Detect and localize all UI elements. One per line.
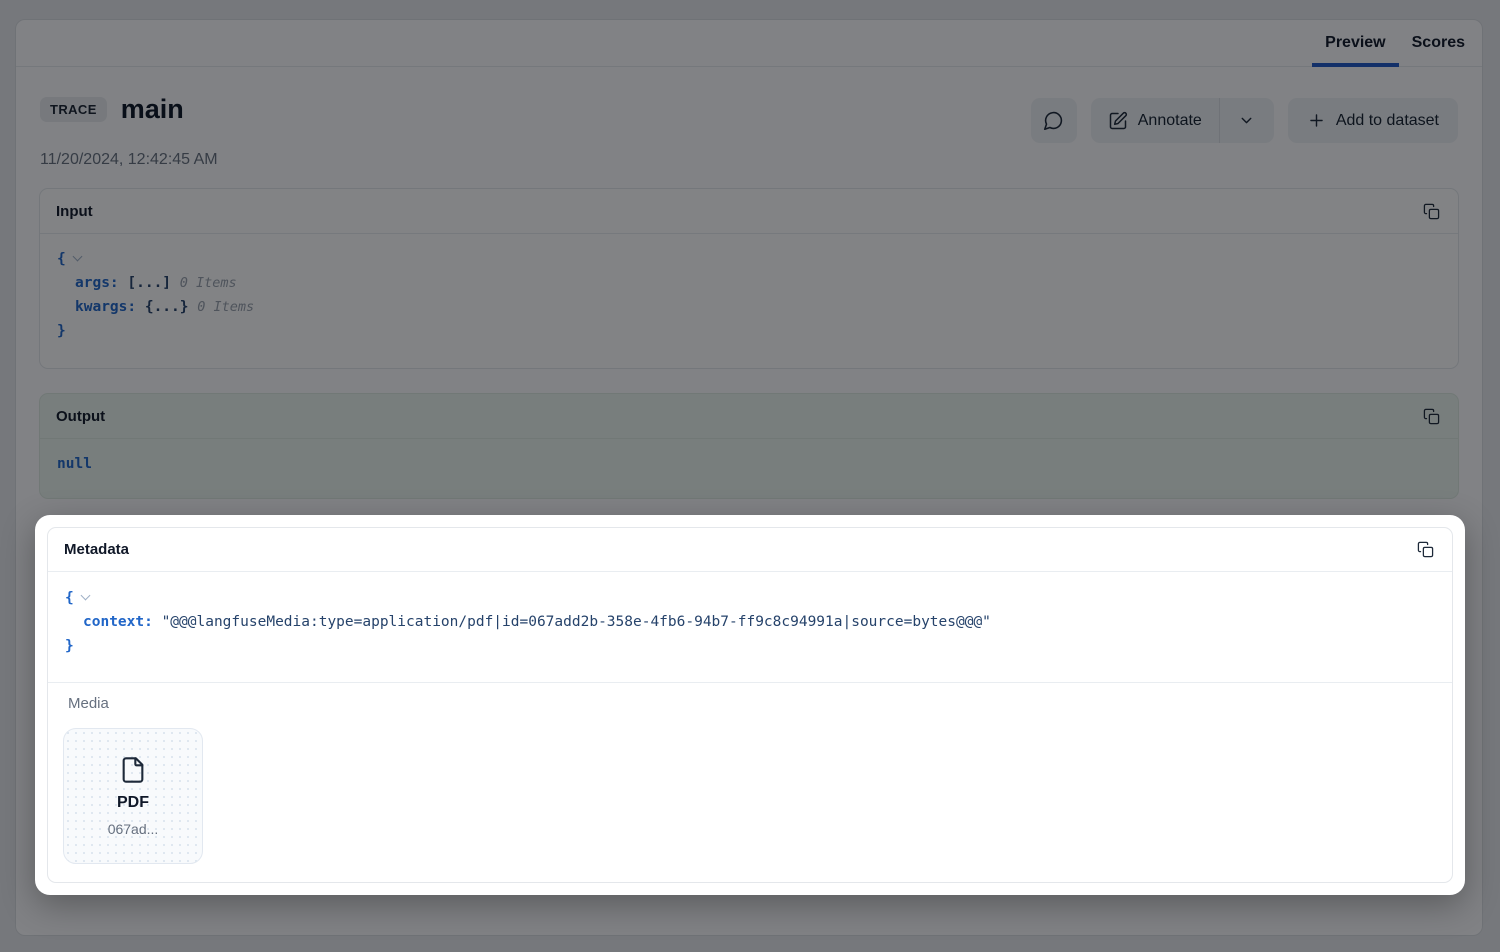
collapse-chevron-icon[interactable] <box>80 591 90 601</box>
file-icon <box>119 755 147 785</box>
copy-metadata-button[interactable] <box>1415 539 1436 560</box>
media-file-type: PDF <box>117 794 149 812</box>
media-file-id: 067ad... <box>108 821 159 837</box>
json-close-brace: } <box>65 638 74 654</box>
json-open-brace[interactable]: { <box>65 590 74 606</box>
media-pdf-card[interactable]: PDF 067ad... <box>63 728 203 864</box>
metadata-panel-header: Metadata <box>48 528 1452 572</box>
media-section: Media PDF 067ad... <box>48 682 1452 864</box>
json-key: context: <box>83 614 153 630</box>
metadata-panel-title: Metadata <box>64 541 129 558</box>
metadata-json-viewer: { context: "@@@langfuseMedia:type=applic… <box>48 572 1452 682</box>
metadata-spotlight: Metadata { context: "@@@langfuseMedia:ty… <box>35 515 1465 895</box>
metadata-panel: Metadata { context: "@@@langfuseMedia:ty… <box>47 527 1453 883</box>
copy-icon <box>1417 541 1434 558</box>
json-string-value: "@@@langfuseMedia:type=application/pdf|i… <box>162 614 991 630</box>
media-section-label: Media <box>68 695 1436 712</box>
